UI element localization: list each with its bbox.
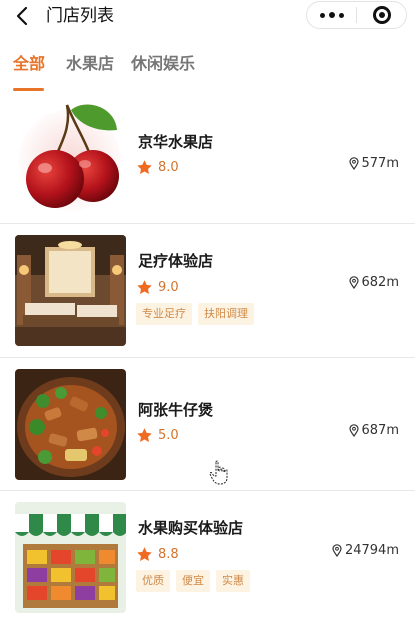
store-name: 水果购买体验店 [138, 519, 244, 537]
tag: 扶阳调理 [198, 303, 254, 325]
location-pin-icon [348, 156, 359, 170]
store-distance: 687m [348, 420, 399, 440]
store-card[interactable]: 足疗体验店 9.0 682m 专业足疗 扶阳调理 [0, 224, 415, 357]
store-card[interactable]: 水果购买体验店 8.8 24794m 优质 便宜 实惠 [0, 491, 415, 630]
distance-value: 577m [361, 155, 399, 171]
store-image [15, 502, 126, 613]
back-button[interactable] [10, 4, 34, 28]
store-rating: 8.8 [136, 544, 179, 564]
tag: 便宜 [176, 570, 210, 592]
mini-program-capsule [306, 1, 407, 29]
store-name: 足疗体验店 [138, 252, 214, 270]
store-image [15, 100, 126, 211]
rating-score: 8.0 [158, 159, 179, 175]
close-button[interactable] [357, 2, 406, 28]
nav-bar: 门店列表 [0, 0, 415, 32]
rating-score: 5.0 [158, 427, 179, 443]
fruit-stand-image [15, 502, 126, 613]
store-tags: 优质 便宜 实惠 [136, 570, 250, 592]
active-tab-indicator [13, 88, 44, 91]
store-name: 京华水果店 [138, 133, 214, 151]
star-icon [137, 279, 152, 294]
store-rating: 9.0 [136, 277, 179, 297]
tag: 实惠 [216, 570, 250, 592]
store-rating: 8.0 [136, 157, 179, 177]
massage-room-image [15, 235, 126, 346]
tab-leisure[interactable]: 休闲娱乐 [131, 54, 195, 74]
rating-score: 9.0 [158, 279, 179, 295]
tag: 优质 [136, 570, 170, 592]
tab-all[interactable]: 全部 [13, 54, 45, 74]
more-dots-icon [319, 12, 325, 18]
tab-fruit-store[interactable]: 水果店 [66, 54, 114, 74]
tag: 专业足疗 [136, 303, 192, 325]
star-icon [137, 159, 152, 174]
store-card[interactable]: 阿张牛仔煲 5.0 687m [0, 358, 415, 490]
star-icon [137, 546, 152, 561]
rating-score: 8.8 [158, 546, 179, 562]
cherry-image [15, 100, 126, 211]
store-distance: 682m [348, 272, 399, 292]
hand-cursor-icon [209, 460, 228, 485]
more-button[interactable] [307, 2, 356, 28]
category-tabs: 全部 水果店 休闲娱乐 [0, 32, 415, 92]
star-icon [137, 427, 152, 442]
store-rating: 5.0 [136, 425, 179, 445]
store-card[interactable]: 京华水果店 8.0 577m [0, 92, 415, 223]
store-distance: 577m [348, 153, 399, 173]
store-distance: 24794m [332, 540, 399, 560]
page-title: 门店列表 [46, 6, 114, 26]
chevron-left-icon [16, 6, 28, 26]
store-image [15, 235, 126, 346]
location-pin-icon [348, 275, 359, 289]
target-close-icon [372, 6, 391, 24]
location-pin-icon [348, 423, 359, 437]
distance-value: 687m [361, 422, 399, 438]
store-image [15, 369, 126, 480]
store-name: 阿张牛仔煲 [138, 401, 214, 419]
store-tags: 专业足疗 扶阳调理 [136, 303, 254, 325]
location-pin-icon [332, 543, 342, 557]
distance-value: 24794m [344, 542, 399, 558]
distance-value: 682m [361, 274, 399, 290]
beef-pot-image [15, 369, 126, 480]
